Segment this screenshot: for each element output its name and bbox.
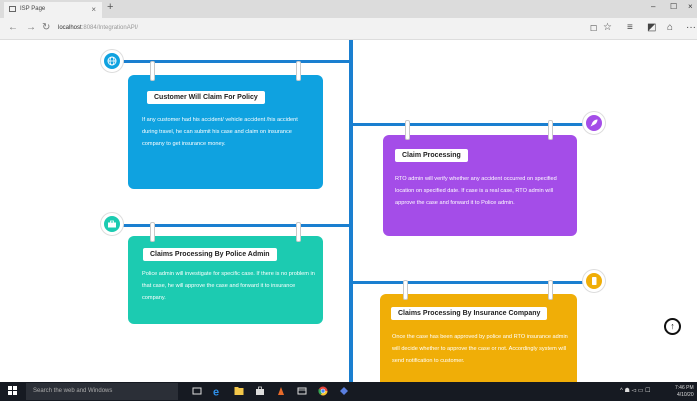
timeline-card-claim-processing: Claim Processing RTO admin will verify w… [383,135,577,236]
mobile-icon [583,270,605,292]
tab-title: ISP Page [20,6,46,12]
card-peg [150,61,155,81]
card-text: If any customer had his accident/ vehicl… [142,117,298,147]
timeline-card-customer-claim: Customer Will Claim For Policy If any cu… [128,75,323,189]
taskbar-search-box[interactable]: Search the web and Windows [26,383,178,400]
close-button[interactable]: × [688,2,693,11]
chrome-icon[interactable] [318,386,328,396]
share-icon[interactable]: ⌂ [667,22,673,33]
card-peg [405,120,410,140]
maximize-button[interactable]: ☐ [670,2,677,11]
clock-date: 4/10/20 [676,392,694,398]
card-text: Once the case has been approved by polic… [392,334,568,364]
address-bar: ← → ↻ localhost:8084/IntegrationAPI/ ☐ ☆… [0,18,697,40]
file-explorer-icon[interactable] [234,386,244,396]
url-host: localhost [58,25,82,31]
rocket-icon [583,112,605,134]
store-icon[interactable] [255,386,265,396]
card-peg [548,120,553,140]
svg-text:e: e [213,387,219,397]
card-title: Claims Processing By Insurance Company [391,307,548,320]
timeline-connector [112,224,352,227]
card-title: Claim Processing [395,149,468,162]
more-icon[interactable]: ··· [686,22,696,33]
card-peg [296,222,301,242]
card-title: Claims Processing By Police Admin [143,248,277,261]
globe-icon [101,50,123,72]
reading-view-icon[interactable]: ☐ [590,24,597,33]
windows-start-icon[interactable] [8,386,18,396]
taskbar-clock[interactable]: 7:46 PM 4/10/20 [675,385,694,399]
card-peg [150,222,155,242]
browser-window: ISP Page × + – ☐ × ← → ↻ localhost:8084/… [0,0,697,401]
page-icon [9,6,16,12]
card-peg [548,280,553,300]
browser-tab[interactable]: ISP Page × [4,2,102,18]
edge-browser-icon[interactable]: e [213,386,223,397]
timeline-card-police-admin: Claims Processing By Police Admin Police… [128,236,323,324]
url-path: :8084/IntegrationAPI/ [81,25,139,31]
card-peg [296,61,301,81]
tray-icons[interactable]: ^ ☗ ◅ ▭ ☐ [620,387,651,394]
timeline-card-insurance-company: Claims Processing By Insurance Company O… [380,294,577,382]
app-icon[interactable] [339,386,349,396]
clock-time: 7:46 PM [675,385,694,391]
web-note-icon[interactable]: ◩ [647,22,656,33]
new-tab-button[interactable]: + [107,1,113,13]
card-text: Police admin will investigate for specif… [142,271,315,301]
url-field[interactable]: localhost:8084/IntegrationAPI/ [58,25,138,31]
refresh-button[interactable]: ↻ [42,22,50,33]
taskbar: Search the web and Windows e ^ ☗ ◅ ▭ ☐ 7… [0,382,697,401]
minimize-button[interactable]: – [651,2,655,11]
card-title: Customer Will Claim For Policy [147,91,265,104]
scroll-to-top-button[interactable]: ↑ [664,318,681,335]
timeline-axis [349,40,353,382]
title-bar: ISP Page × + – ☐ × [0,0,697,18]
tab-close-button[interactable]: × [91,5,96,14]
hub-icon[interactable]: ≡ [627,22,633,33]
briefcase-icon [101,213,123,235]
window-app-icon[interactable] [297,386,307,396]
timeline-page: Customer Will Claim For Policy If any cu… [0,40,697,382]
favorite-icon[interactable]: ☆ [603,22,612,33]
timeline-connector [352,281,594,284]
task-view-icon[interactable] [192,386,202,396]
back-button[interactable]: ← [8,22,18,33]
timeline-connector [112,60,352,63]
forward-button[interactable]: → [26,22,36,33]
timeline-connector [352,123,594,126]
java-app-icon[interactable] [276,386,286,396]
card-text: RTO admin will verify whether any accide… [395,176,557,206]
card-peg [403,280,408,300]
